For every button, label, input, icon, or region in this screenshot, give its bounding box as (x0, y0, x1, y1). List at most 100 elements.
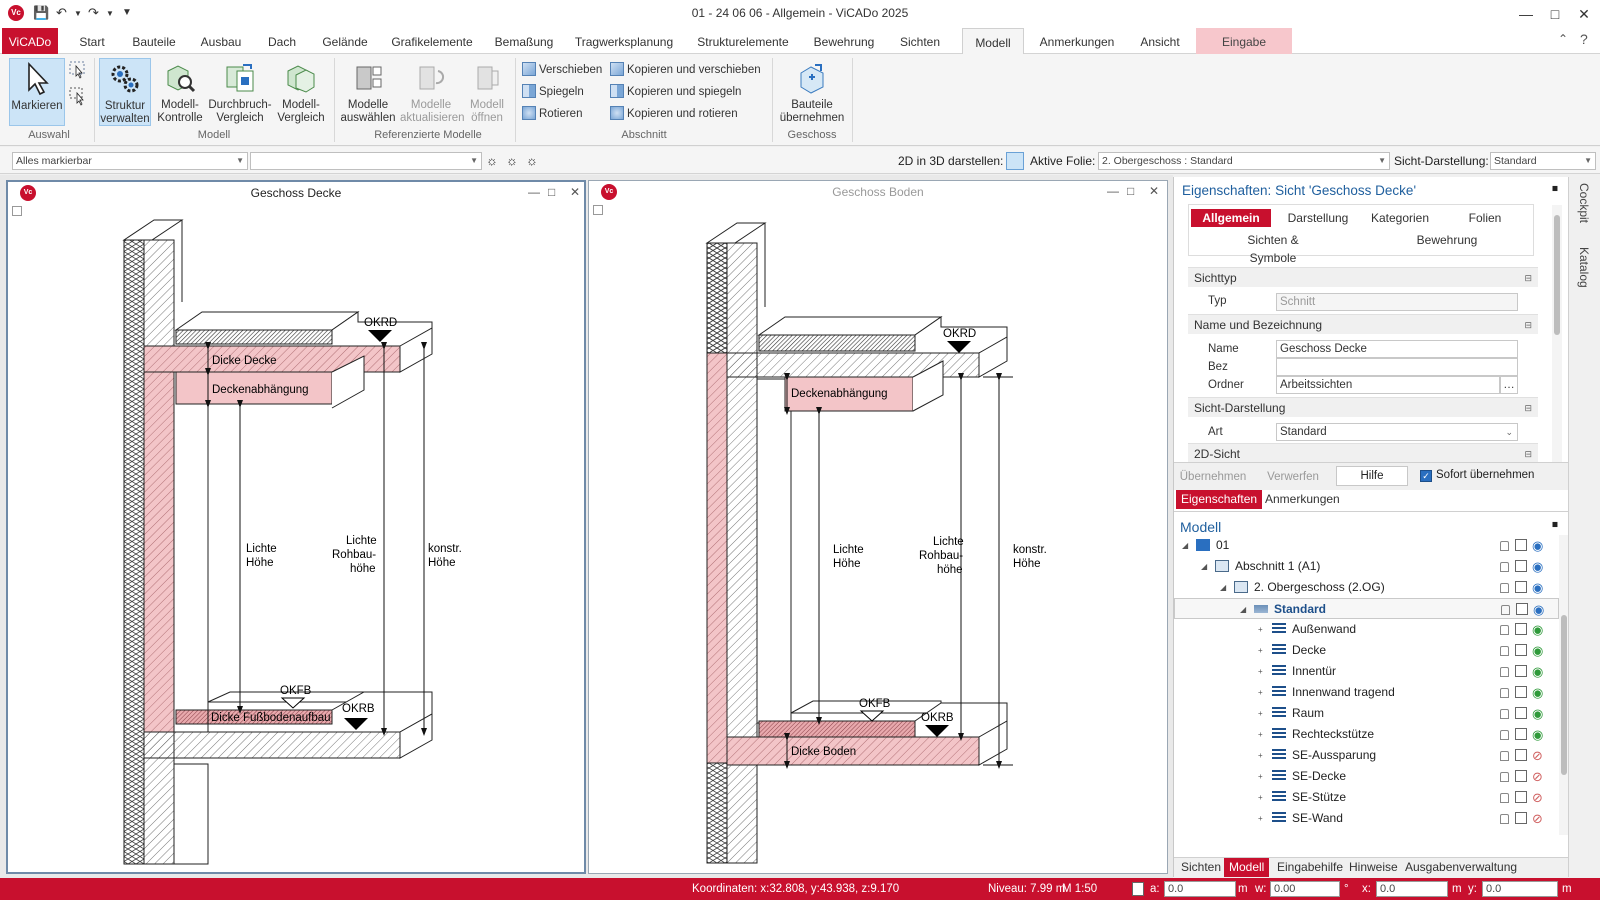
eye-hidden-icon[interactable]: ⊘ (1532, 745, 1543, 766)
lock-icon[interactable] (1500, 541, 1509, 551)
sofort-uebernehmen-checkbox[interactable]: ✓ (1420, 470, 1432, 482)
pin-icon[interactable]: ⏹ (1552, 517, 1558, 532)
input-a[interactable]: 0.0 (1164, 881, 1236, 897)
sidetab-katalog[interactable]: Katalog (1577, 247, 1591, 288)
collapse-icon[interactable]: ⊟ (1524, 398, 1532, 418)
maximize-button[interactable]: □ (1543, 3, 1567, 25)
bottom-tab-anmerkungen[interactable]: Anmerkungen (1260, 490, 1345, 509)
d2d3-toggle-icon[interactable] (1006, 152, 1024, 170)
expand-plus-icon[interactable]: + (1258, 619, 1263, 640)
visibility-checkbox[interactable] (1515, 749, 1527, 761)
section-drawing-decke[interactable]: OKRD OKFB OKRB Dicke Decke Deckenabhängu… (8, 204, 584, 872)
view-window-geschoss-decke[interactable]: Vc Geschoss Decke — □ ✕ OKRD OKFB OKRB D… (6, 180, 586, 874)
eye-icon[interactable]: ◉ (1532, 577, 1543, 598)
ordner-browse-button[interactable]: … (1500, 376, 1518, 394)
minimize-button[interactable]: — (1514, 3, 1538, 25)
lock-icon[interactable] (1500, 583, 1509, 593)
section-name-bezeichnung[interactable]: Name und Bezeichnung ⊟ (1188, 314, 1538, 334)
collapse-ribbon-icon[interactable]: ⌃ (1558, 32, 1568, 46)
visibility-checkbox[interactable] (1515, 707, 1527, 719)
tab-strukturelemente[interactable]: Strukturelemente (690, 28, 796, 54)
lock-icon[interactable] (1500, 667, 1509, 677)
tab-eingabe[interactable]: Eingabe (1196, 28, 1292, 54)
tab-start[interactable]: Start (70, 28, 114, 54)
modell-vergleich-button[interactable]: Modell- Vergleich (274, 58, 328, 126)
spiegeln-button[interactable]: Spiegeln (522, 83, 584, 101)
input-w[interactable]: 0.00 (1270, 881, 1340, 897)
expand-plus-icon[interactable]: + (1258, 808, 1263, 829)
lock-icon[interactable] (1500, 625, 1509, 635)
expand-plus-icon[interactable]: + (1258, 661, 1263, 682)
eye-icon[interactable]: ◉ (1533, 599, 1544, 620)
tree-row[interactable]: ◢ 01 ◉ (1174, 535, 1559, 556)
collapse-icon[interactable]: ⊟ (1524, 444, 1532, 464)
visibility-checkbox[interactable] (1515, 560, 1527, 572)
uebernehmen-button[interactable]: Übernehmen (1178, 467, 1248, 487)
kopieren-rotieren-button[interactable]: Kopieren und rotieren (610, 105, 738, 123)
tab-anmerkungen[interactable]: Anmerkungen (1036, 28, 1118, 54)
tree-row[interactable]: + Innenwand tragend ◉ (1174, 682, 1559, 703)
selection-filter-combobox[interactable]: Alles markierbar ▼ (12, 152, 248, 170)
expand-plus-icon[interactable]: + (1258, 703, 1263, 724)
field-bez[interactable] (1276, 358, 1518, 376)
kopieren-verschieben-button[interactable]: Kopieren und verschieben (610, 61, 761, 79)
input-y[interactable]: 0.0 (1482, 881, 1558, 897)
eye-icon[interactable]: ◉ (1532, 661, 1543, 682)
tab-bewehrung[interactable]: Bewehrung (808, 28, 880, 54)
hilfe-button[interactable]: Hilfe (1336, 466, 1408, 486)
modell-kontrolle-button[interactable]: Modell- Kontrolle (154, 58, 206, 126)
lock-icon[interactable] (1501, 605, 1510, 615)
mtab-modell[interactable]: Modell (1224, 858, 1270, 877)
field-name[interactable]: Geschoss Decke (1276, 340, 1518, 358)
aktive-folie-combobox[interactable]: 2. Obergeschoss : Standard ▼ (1098, 152, 1390, 170)
expand-plus-icon[interactable]: + (1258, 766, 1263, 787)
properties-scrollbar[interactable] (1552, 205, 1562, 475)
expand-plus-icon[interactable]: + (1258, 640, 1263, 661)
tree-row[interactable]: + SE-Wand ⊘ (1174, 808, 1559, 829)
field-ordner[interactable]: Arbeitssichten (1276, 376, 1500, 394)
binoculars-all-icon[interactable]: ☼ (526, 153, 538, 168)
durchbruch-vergleich-button[interactable]: Durchbruch- Vergleich (207, 58, 273, 126)
view-minimize-button[interactable]: — (528, 182, 540, 202)
ptab-kategorien[interactable]: Kategorien (1365, 209, 1435, 227)
tree-row[interactable]: + Rechteckstütze ◉ (1174, 724, 1559, 745)
eye-icon[interactable]: ◉ (1532, 640, 1543, 661)
view-window-geschoss-boden[interactable]: Vc Geschoss Boden — □ ✕ OKRD OKFB OKRB D… (588, 180, 1168, 874)
section-2d-sicht[interactable]: 2D-Sicht ⊟ (1188, 443, 1538, 463)
input-x[interactable]: 0.0 (1376, 881, 1448, 897)
mtab-eingabehilfe[interactable]: Eingabehilfe (1272, 858, 1348, 877)
eye-icon[interactable]: ◉ (1532, 535, 1543, 556)
ptab-allgemein[interactable]: Allgemein (1191, 209, 1271, 227)
eye-icon[interactable]: ◉ (1532, 724, 1543, 745)
visibility-checkbox[interactable] (1515, 791, 1527, 803)
visibility-checkbox[interactable] (1515, 581, 1527, 593)
tab-ansicht[interactable]: Ansicht (1130, 28, 1190, 54)
tab-bauteile[interactable]: Bauteile (126, 28, 182, 54)
visibility-checkbox[interactable] (1515, 686, 1527, 698)
lock-icon[interactable] (1500, 562, 1509, 572)
visibility-checkbox[interactable] (1515, 644, 1527, 656)
ptab-bewehrung[interactable]: Bewehrung (1409, 231, 1485, 249)
tree-row[interactable]: + Decke ◉ (1174, 640, 1559, 661)
expand-plus-icon[interactable]: + (1258, 682, 1263, 703)
tab-dach[interactable]: Dach (260, 28, 304, 54)
mtab-hinweise[interactable]: Hinweise (1344, 858, 1403, 877)
ptab-folien[interactable]: Folien (1455, 209, 1515, 227)
verschieben-button[interactable]: Verschieben (522, 61, 602, 79)
visibility-checkbox[interactable] (1516, 603, 1528, 615)
sicht-darstellung-combobox[interactable]: Standard ▼ (1490, 152, 1596, 170)
lock-icon[interactable] (1500, 772, 1509, 782)
lock-icon[interactable] (1500, 793, 1509, 803)
tab-tragwerksplanung[interactable]: Tragwerksplanung (570, 28, 678, 54)
visibility-checkbox[interactable] (1515, 665, 1527, 677)
ptab-sichten-symbole[interactable]: Sichten & Symbole (1223, 231, 1323, 265)
scrollbar-thumb[interactable] (1561, 615, 1567, 775)
lock-icon[interactable] (1500, 688, 1509, 698)
rotieren-button[interactable]: Rotieren (522, 105, 582, 123)
modelle-auswaehlen-button[interactable]: Modelle auswählen (339, 58, 397, 126)
binoculars-next-icon[interactable]: ☼ (506, 153, 518, 168)
verwerfen-button[interactable]: Verwerfen (1258, 467, 1328, 487)
tree-row[interactable]: ◢ Standard ◉ (1174, 598, 1559, 619)
pin-icon[interactable]: ⏹ (1552, 181, 1558, 196)
section-sichttyp[interactable]: Sichttyp ⊟ (1188, 267, 1538, 287)
